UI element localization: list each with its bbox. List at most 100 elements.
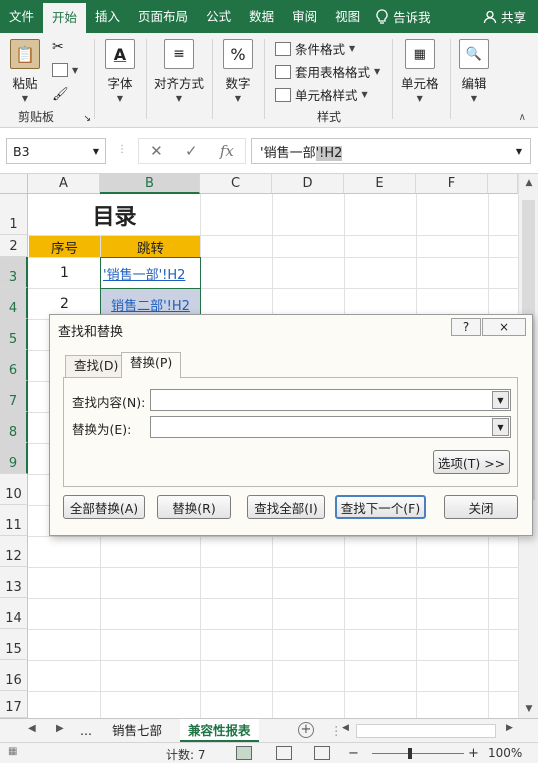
row-header-11[interactable]: 11	[0, 505, 28, 536]
row-header-10[interactable]: 10	[0, 474, 28, 505]
number-button[interactable]: % 数字 ▼	[223, 39, 253, 103]
find-all-button[interactable]: 查找全部(I)	[247, 495, 325, 519]
column-header-c[interactable]: C	[200, 174, 272, 194]
macro-record-icon[interactable]: ▦	[8, 746, 17, 757]
row-header-8[interactable]: 8	[0, 412, 28, 443]
replace-button[interactable]: 替换(R)	[157, 495, 231, 519]
table-format-button[interactable]: 套用表格格式 ▼	[275, 62, 380, 81]
tab-insert[interactable]: 插入	[86, 0, 129, 33]
table-format-label: 套用表格格式	[295, 65, 371, 80]
font-group: A 字体 ▼	[95, 33, 147, 128]
chevron-down-icon[interactable]: ▼	[492, 391, 509, 409]
find-what-input[interactable]: ▼	[150, 389, 511, 411]
row-header-1[interactable]: 1	[0, 194, 28, 235]
splitter-dots-icon[interactable]: ⋮	[117, 144, 127, 155]
row-header-3[interactable]: 3	[0, 257, 28, 288]
cell-a3[interactable]: 1	[29, 258, 100, 288]
column-header-g[interactable]	[488, 174, 518, 194]
cancel-icon[interactable]: ✕	[150, 142, 163, 160]
header-number[interactable]: 序号	[29, 236, 100, 257]
sheet-tab-sales-7[interactable]: 销售七部	[104, 719, 170, 742]
column-header-d[interactable]: D	[272, 174, 344, 194]
page-break-view-icon[interactable]	[314, 746, 330, 760]
alignment-button[interactable]: ≡ 对齐方式 ▼	[154, 39, 204, 103]
column-header-b[interactable]: B	[100, 174, 200, 194]
scroll-right-icon[interactable]: ▶	[506, 723, 513, 733]
collapse-ribbon-icon[interactable]: ∧	[519, 112, 526, 123]
cell-style-button[interactable]: 单元格样式 ▼	[275, 85, 368, 104]
scissors-icon: ✂	[52, 39, 64, 55]
normal-view-icon[interactable]	[236, 746, 252, 760]
row-header-9[interactable]: 9	[0, 443, 28, 474]
header-jump[interactable]: 跳转	[101, 236, 200, 257]
row-header-14[interactable]: 14	[0, 598, 28, 629]
tab-replace[interactable]: 替换(P)	[121, 352, 182, 378]
cell-b3-link[interactable]: '销售一部'!H2	[100, 257, 201, 289]
select-all-corner[interactable]	[0, 174, 28, 194]
row-header-12[interactable]: 12	[0, 536, 28, 567]
format-painter-button[interactable]: 🖌	[52, 87, 69, 102]
scroll-down-icon[interactable]: ▼	[519, 700, 538, 718]
horizontal-scrollbar[interactable]	[356, 724, 496, 738]
page-layout-view-icon[interactable]	[276, 746, 292, 760]
row-header-4[interactable]: 4	[0, 288, 28, 319]
help-button[interactable]: ?	[451, 318, 481, 336]
paste-button[interactable]: 📋 粘贴 ▼	[10, 39, 40, 103]
font-button[interactable]: A 字体 ▼	[105, 39, 135, 103]
zoom-in-icon[interactable]: +	[468, 746, 479, 761]
zoom-out-icon[interactable]: −	[348, 746, 359, 761]
tab-file[interactable]: 文件	[0, 0, 43, 33]
row-header-6[interactable]: 6	[0, 350, 28, 381]
check-icon[interactable]: ✓	[185, 142, 198, 160]
row-header-17[interactable]: 17	[0, 691, 28, 718]
tab-view[interactable]: 视图	[326, 0, 369, 33]
column-header-e[interactable]: E	[344, 174, 416, 194]
replace-with-input[interactable]: ▼	[150, 416, 511, 438]
row-header-15[interactable]: 15	[0, 629, 28, 660]
tab-find[interactable]: 查找(D)	[65, 355, 128, 377]
column-header-a[interactable]: A	[28, 174, 100, 194]
sheet-tab-compat-report[interactable]: 兼容性报表	[180, 719, 259, 742]
tab-formulas[interactable]: 公式	[197, 0, 240, 33]
fx-icon[interactable]: fx	[220, 142, 234, 160]
cell-style-label: 单元格样式	[295, 88, 358, 103]
cells-button[interactable]: ▦ 单元格 ▼	[401, 39, 439, 103]
sheet-title[interactable]: 目录	[29, 195, 200, 235]
name-box[interactable]: B3 ▼	[6, 138, 106, 164]
replace-all-button[interactable]: 全部替换(A)	[63, 495, 145, 519]
zoom-slider-thumb[interactable]	[408, 748, 412, 759]
find-next-button[interactable]: 查找下一个(F)	[335, 495, 426, 519]
tab-home[interactable]: 开始	[43, 3, 87, 33]
options-button[interactable]: 选项(T) >>	[433, 450, 510, 474]
editing-button[interactable]: 🔍 编辑 ▼	[459, 39, 489, 103]
sheet-tabs-ellipsis[interactable]: ...	[72, 719, 100, 742]
formula-input[interactable]: '销售一部'!H2 ▼	[251, 138, 531, 164]
zoom-slider[interactable]	[372, 753, 464, 754]
share-button[interactable]: 共享	[483, 7, 538, 26]
row-header-13[interactable]: 13	[0, 567, 28, 598]
zoom-level[interactable]: 100%	[488, 746, 522, 760]
chevron-down-icon[interactable]: ▼	[516, 147, 522, 156]
copy-button[interactable]: ▼	[52, 63, 78, 77]
row-header-5[interactable]: 5	[0, 319, 28, 350]
close-button[interactable]: 关闭	[444, 495, 518, 519]
chevron-down-icon[interactable]: ▼	[492, 418, 509, 436]
scroll-left-icon[interactable]: ◀	[342, 723, 349, 733]
add-sheet-icon[interactable]: +	[298, 722, 314, 738]
splitter-dots-icon[interactable]: ⋮	[330, 723, 343, 738]
column-header-f[interactable]: F	[416, 174, 488, 194]
prev-sheet-icon[interactable]: ◀	[28, 723, 36, 734]
scroll-up-icon[interactable]: ▲	[519, 174, 538, 192]
tab-review[interactable]: 审阅	[283, 0, 326, 33]
tab-page-layout[interactable]: 页面布局	[129, 0, 197, 33]
dialog-launcher-icon[interactable]: ↘	[83, 114, 91, 124]
row-header-7[interactable]: 7	[0, 381, 28, 412]
dialog-close-icon[interactable]: ×	[482, 318, 526, 336]
conditional-format-button[interactable]: 条件格式 ▼	[275, 39, 355, 58]
tell-me-box[interactable]: 告诉我	[369, 7, 431, 26]
cut-button[interactable]: ✂	[52, 39, 64, 55]
tab-data[interactable]: 数据	[240, 0, 283, 33]
row-header-2[interactable]: 2	[0, 235, 28, 257]
next-sheet-icon[interactable]: ▶	[56, 723, 64, 734]
row-header-16[interactable]: 16	[0, 660, 28, 691]
